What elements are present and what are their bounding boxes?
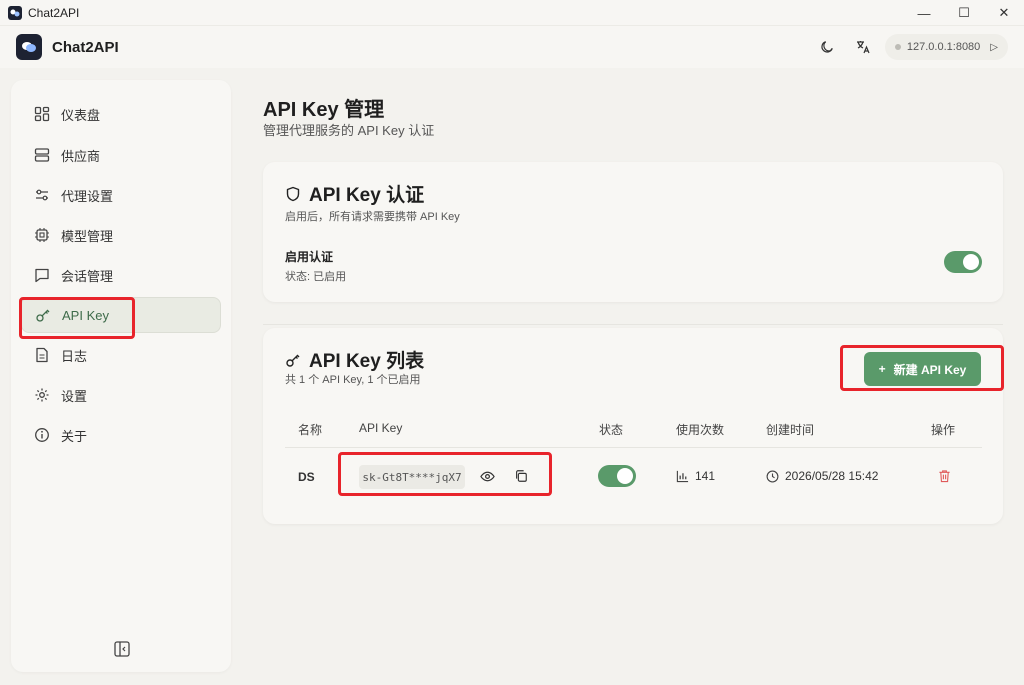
- row-created: 2026/05/28 15:42: [766, 469, 878, 483]
- sidebar-item-label: 设置: [61, 388, 88, 404]
- column-header-status: 状态: [599, 423, 624, 437]
- column-header-api-key: API Key: [359, 421, 403, 435]
- table-header-divider: [285, 447, 982, 448]
- theme-toggle-button[interactable]: [813, 34, 841, 60]
- maximize-button[interactable]: ☐: [944, 0, 984, 26]
- auth-card-title: API Key 认证: [285, 180, 424, 207]
- minimize-button[interactable]: —: [904, 0, 944, 26]
- info-icon: [35, 428, 49, 442]
- play-icon[interactable]: ▷: [990, 42, 998, 53]
- sidebar-item-sessions[interactable]: 会话管理: [21, 257, 221, 293]
- window-controls: — ☐ ✕: [904, 0, 1024, 26]
- new-api-key-button[interactable]: + 新建 API Key: [864, 352, 981, 386]
- sidebar-item-label: 代理设置: [61, 188, 114, 204]
- auth-card: API Key 认证 启用后，所有请求需要携带 API Key 启用认证 状态:…: [263, 162, 1003, 302]
- auth-status-text: 状态: 已启用: [285, 271, 347, 283]
- server-icon: [34, 148, 50, 162]
- gear-icon: [35, 388, 49, 402]
- language-button[interactable]: [849, 34, 877, 60]
- app-small-icon: [8, 5, 22, 20]
- sidebar-item-settings[interactable]: 设置: [21, 377, 221, 413]
- translate-icon: [856, 41, 870, 54]
- sidebar: 仪表盘 供应商 代理设置 模型管理 会话管理 API Key 日志 设置 关于: [11, 80, 231, 672]
- sidebar-item-api-key[interactable]: API Key: [21, 297, 221, 333]
- page-subtitle: 管理代理服务的 API Key 认证: [263, 123, 435, 138]
- app-logo: [16, 34, 42, 60]
- moon-icon: [821, 41, 833, 53]
- sidebar-item-proxy-settings[interactable]: 代理设置: [21, 177, 221, 213]
- column-header-created: 创建时间: [766, 423, 815, 437]
- show-key-button[interactable]: [477, 466, 497, 486]
- title-bar: Chat2API — ☐ ✕: [0, 0, 1024, 26]
- bar-chart-icon: [676, 470, 689, 482]
- sidebar-collapse-icon[interactable]: [113, 640, 131, 658]
- status-dot: [894, 44, 901, 50]
- server-address: 127.0.0.1:8080: [906, 41, 981, 53]
- sidebar-item-label: 模型管理: [61, 228, 114, 244]
- copy-key-button[interactable]: [511, 466, 531, 486]
- section-divider: [263, 324, 1003, 325]
- app-header: Chat2API 127.0.0.1:8080 ▷: [0, 26, 1024, 68]
- auth-card-subtitle: 启用后，所有请求需要携带 API Key: [285, 211, 460, 223]
- row-usage-count: 141: [695, 469, 716, 483]
- sidebar-item-label: 关于: [61, 428, 88, 444]
- row-api-key-value: sk-Gt8T****jqX7: [359, 465, 465, 489]
- sidebar-item-models[interactable]: 模型管理: [21, 217, 221, 253]
- shield-icon: [286, 186, 300, 201]
- sidebar-item-label: 日志: [61, 348, 88, 364]
- dashboard-icon: [34, 106, 50, 122]
- page-title: API Key 管理: [263, 99, 385, 121]
- list-card-title-text: API Key 列表: [309, 351, 425, 372]
- sidebar-item-label: 仪表盘: [61, 107, 101, 123]
- auth-enable-toggle[interactable]: [944, 251, 982, 273]
- key-icon: [286, 354, 300, 367]
- row-status-toggle[interactable]: [598, 465, 636, 487]
- auth-setting-label: 启用认证: [285, 250, 334, 264]
- clock-icon: [766, 470, 779, 482]
- sidebar-item-label: 会话管理: [61, 268, 114, 284]
- sliders-icon: [36, 189, 48, 201]
- auth-card-title-text: API Key 认证: [309, 185, 425, 206]
- column-header-usage: 使用次数: [676, 423, 725, 437]
- row-name: DS: [298, 470, 315, 484]
- window-title: Chat2API: [28, 5, 80, 20]
- chat-logo-icon: [22, 42, 36, 52]
- delete-key-button[interactable]: [934, 466, 954, 486]
- list-card-subtitle: 共 1 个 API Key, 1 个已启用: [285, 374, 421, 386]
- sidebar-item-label: 供应商: [61, 148, 101, 164]
- list-card-title: API Key 列表: [285, 346, 424, 373]
- chat-icon: [35, 268, 49, 283]
- chip-icon: [35, 228, 49, 242]
- eye-icon: [479, 471, 495, 481]
- plus-icon: +: [878, 362, 886, 376]
- sidebar-item-providers[interactable]: 供应商: [21, 137, 221, 173]
- sidebar-item-about[interactable]: 关于: [21, 417, 221, 453]
- trash-icon: [938, 470, 950, 483]
- close-button[interactable]: ✕: [984, 0, 1024, 26]
- row-created-time: 2026/05/28 15:42: [785, 469, 879, 483]
- sidebar-item-dashboard[interactable]: 仪表盘: [21, 96, 221, 132]
- sidebar-item-logs[interactable]: 日志: [21, 337, 221, 373]
- new-api-key-label: 新建 API Key: [893, 362, 967, 377]
- copy-icon: [516, 470, 527, 482]
- sidebar-item-label: API Key: [62, 307, 109, 323]
- file-icon: [36, 347, 48, 363]
- server-address-pill[interactable]: 127.0.0.1:8080 ▷: [884, 34, 1008, 60]
- key-icon: [36, 309, 50, 322]
- row-usage: 141: [676, 469, 715, 483]
- column-header-actions: 操作: [931, 423, 956, 437]
- app-name: Chat2API: [52, 38, 119, 56]
- column-header-name: 名称: [298, 423, 323, 437]
